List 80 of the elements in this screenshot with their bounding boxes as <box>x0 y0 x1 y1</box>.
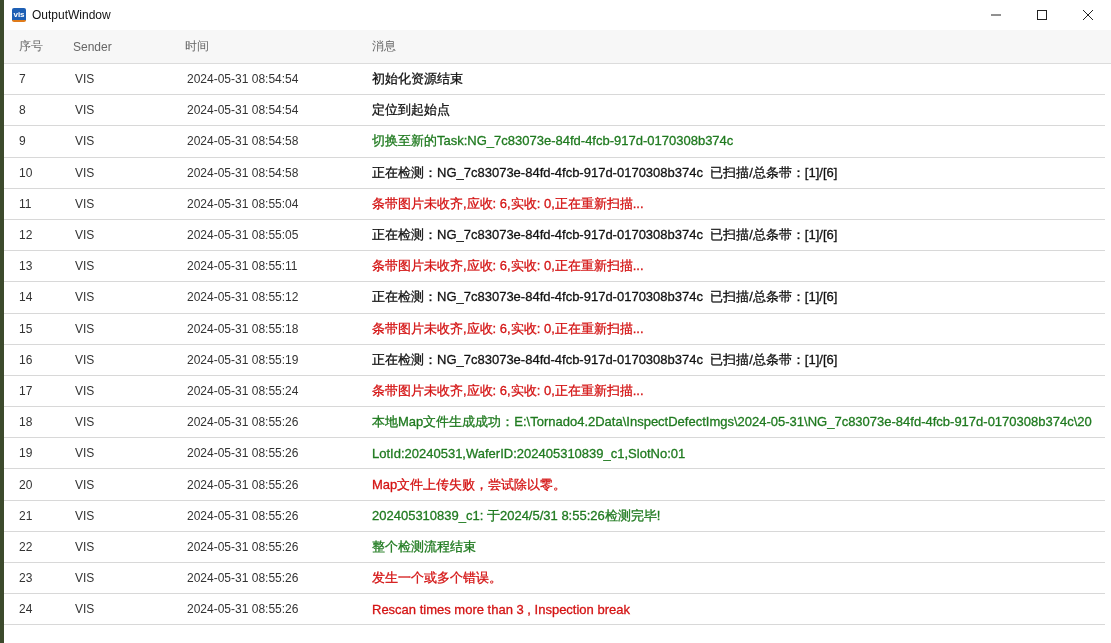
table-cell: 发生一个或多个错误。 <box>372 569 502 588</box>
table-cell: VIS <box>75 352 95 367</box>
table-cell: 正在检测：NG_7c83073e-84fd-4fcb-917d-0170308b374c 已扫描/总条带：[1]/[6] <box>372 288 838 307</box>
table-cell: 17 <box>19 383 33 398</box>
table-cell: 13 <box>19 259 33 274</box>
table-cell: 条带图片未收齐,应收: 6,实收: 0,正在重新扫描... <box>372 381 644 400</box>
table-cell: 2024-05-31 08:55:26 <box>187 508 299 523</box>
table-cell: 23 <box>19 571 33 586</box>
table-cell: 正在检测：NG_7c83073e-84fd-4fcb-917d-0170308b374c 已扫描/总条带：[1]/[6] <box>372 163 838 182</box>
column-header[interactable]: Sender <box>73 39 112 54</box>
table-cell: VIS <box>75 134 95 149</box>
table-cell: VIS <box>75 446 95 461</box>
table-cell: VIS <box>75 415 95 430</box>
app-logo: vis <box>12 8 26 22</box>
table-cell: 2024-05-31 08:55:19 <box>187 352 299 367</box>
table-cell: VIS <box>75 259 95 274</box>
table-cell: 202405310839_c1: 于2024/5/31 8:55:26检测完毕! <box>372 506 661 525</box>
table-cell: 2024-05-31 08:55:12 <box>187 290 299 305</box>
table-cell: VIS <box>75 103 95 118</box>
table-cell: 10 <box>19 165 33 180</box>
table-cell: 2024-05-31 08:54:58 <box>187 165 299 180</box>
table-cell: 条带图片未收齐,应收: 6,实收: 0,正在重新扫描... <box>372 319 644 338</box>
table-cell: 12 <box>19 228 33 243</box>
table-cell: 正在检测：NG_7c83073e-84fd-4fcb-917d-0170308b374c 已扫描/总条带：[1]/[6] <box>372 226 838 245</box>
table-cell: 15 <box>19 321 33 336</box>
table-cell: 24 <box>19 602 33 617</box>
table-cell: 20 <box>19 477 33 492</box>
table-cell: VIS <box>75 196 95 211</box>
table-cell: 8 <box>19 103 26 118</box>
table-cell: Map文件上传失败，尝试除以零。 <box>372 475 567 494</box>
column-header[interactable]: 消息 <box>372 38 396 55</box>
table-cell: 21 <box>19 508 33 523</box>
table-cell: 14 <box>19 290 33 305</box>
table-cell: 11 <box>19 196 32 211</box>
table-cell: 2024-05-31 08:55:18 <box>187 321 299 336</box>
table-cell: 2024-05-31 08:55:26 <box>187 602 299 617</box>
table-cell: 18 <box>19 415 33 430</box>
table-cell: VIS <box>75 290 95 305</box>
table-cell: 定位到起始点 <box>372 101 450 120</box>
table-cell: 2024-05-31 08:55:26 <box>187 477 299 492</box>
column-header[interactable]: 序号 <box>19 38 43 55</box>
table-cell: 切换至新的Task:NG_7c83073e-84fd-4fcb-917d-0170308b374c <box>372 132 734 151</box>
table-cell: VIS <box>75 477 95 492</box>
table-cell: 2024-05-31 08:55:11 <box>187 259 298 274</box>
table-cell: 整个检测流程结束 <box>372 537 476 556</box>
table-cell: Rescan times more than 3 , Inspection break <box>372 601 630 617</box>
window-title: OutputWindow <box>32 8 111 22</box>
table-cell: 2024-05-31 08:55:26 <box>187 446 299 461</box>
table-cell: 2024-05-31 08:54:58 <box>187 134 299 149</box>
table-cell: 9 <box>19 134 26 149</box>
table-cell: 本地Map文件生成成功：E:\Tornado4.2Data\InspectDefectImgs\2024-05-31\NG_7c83073e-84fd-4fcb-917d-0170308b374c\20 <box>372 413 1092 432</box>
table-cell: 16 <box>19 352 33 367</box>
table-cell: VIS <box>75 165 95 180</box>
table-cell: 条带图片未收齐,应收: 6,实收: 0,正在重新扫描... <box>372 257 644 276</box>
table-cell: 19 <box>19 446 33 461</box>
table-cell: VIS <box>75 228 95 243</box>
table-cell: 2024-05-31 08:54:54 <box>187 72 299 87</box>
table-cell: 初始化资源结束 <box>372 70 463 89</box>
table-cell: VIS <box>75 383 95 398</box>
maximize-icon <box>1036 9 1048 21</box>
close-icon <box>1082 9 1094 21</box>
table-cell: VIS <box>75 539 95 554</box>
table-cell: VIS <box>75 602 95 617</box>
table-cell: 条带图片未收齐,应收: 6,实收: 0,正在重新扫描... <box>372 194 644 213</box>
table-cell: 2024-05-31 08:55:26 <box>187 571 299 586</box>
table-cell: VIS <box>75 571 95 586</box>
table-cell: LotId:20240531,WaferID:202405310839_c1,SlotNo:01 <box>372 445 686 461</box>
column-header[interactable]: 时间 <box>185 38 209 55</box>
table-cell: 2024-05-31 08:55:26 <box>187 415 299 430</box>
table-cell: 正在检测：NG_7c83073e-84fd-4fcb-917d-0170308b374c 已扫描/总条带：[1]/[6] <box>372 350 838 369</box>
table-cell: 2024-05-31 08:55:26 <box>187 539 299 554</box>
table-cell: VIS <box>75 72 95 87</box>
table-cell: 2024-05-31 08:55:05 <box>187 228 299 243</box>
table-cell: 7 <box>19 72 26 87</box>
table-cell: 22 <box>19 539 33 554</box>
table-cell: VIS <box>75 321 95 336</box>
table-cell: 2024-05-31 08:54:54 <box>187 103 299 118</box>
table-cell: 2024-05-31 08:55:24 <box>187 383 299 398</box>
table-cell: VIS <box>75 508 95 523</box>
table-cell: 2024-05-31 08:55:04 <box>187 196 299 211</box>
